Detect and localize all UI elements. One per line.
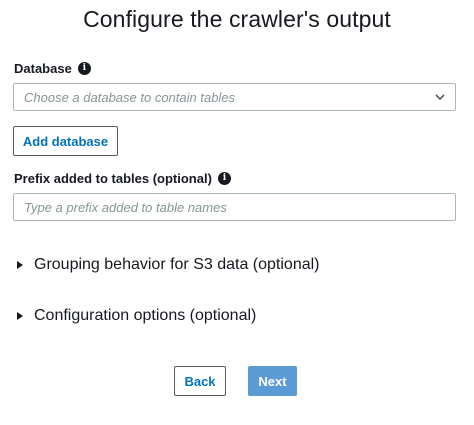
database-select-placeholder: Choose a database to contain tables bbox=[24, 90, 236, 105]
info-icon[interactable]: i bbox=[217, 172, 231, 185]
caret-right-icon bbox=[17, 261, 23, 269]
prefix-input-placeholder: Type a prefix added to table names bbox=[24, 200, 227, 215]
prefix-label-row: Prefix added to tables (optional) i bbox=[14, 171, 231, 186]
info-icon[interactable]: i bbox=[77, 62, 91, 75]
chevron-down-icon bbox=[435, 94, 445, 101]
back-button[interactable]: Back bbox=[174, 366, 226, 396]
next-button[interactable]: Next bbox=[248, 366, 297, 396]
grouping-behavior-expander[interactable]: Grouping behavior for S3 data (optional) bbox=[16, 256, 320, 274]
caret-right-icon bbox=[17, 312, 23, 320]
prefix-label: Prefix added to tables (optional) bbox=[14, 171, 212, 186]
database-select[interactable]: Choose a database to contain tables bbox=[13, 83, 456, 111]
page-title: Configure the crawler's output bbox=[83, 6, 391, 32]
configuration-options-expander[interactable]: Configuration options (optional) bbox=[16, 307, 256, 325]
database-label-row: Database i bbox=[14, 61, 91, 76]
add-database-button[interactable]: Add database bbox=[13, 126, 118, 156]
prefix-input[interactable]: Type a prefix added to table names bbox=[13, 193, 456, 221]
database-label: Database bbox=[14, 61, 72, 76]
grouping-behavior-label: Grouping behavior for S3 data (optional) bbox=[34, 256, 320, 273]
configuration-options-label: Configuration options (optional) bbox=[34, 307, 257, 324]
